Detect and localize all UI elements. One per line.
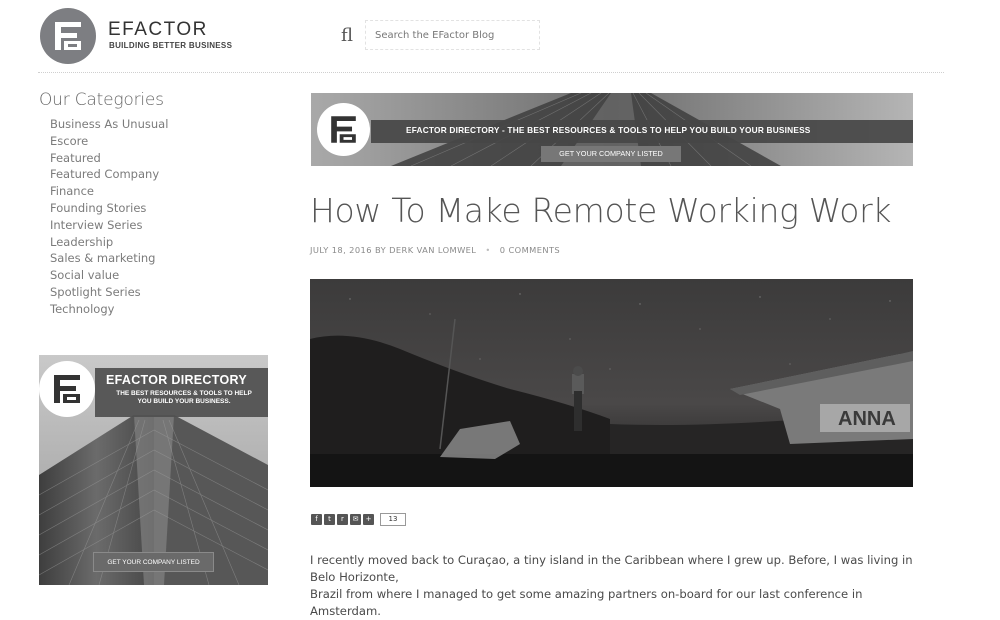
category-link[interactable]: Leadership bbox=[50, 234, 168, 251]
share-count: 13 bbox=[380, 513, 406, 526]
category-link[interactable]: Finance bbox=[50, 183, 168, 200]
meta-separator: • bbox=[485, 245, 491, 255]
category-link[interactable]: Technology bbox=[50, 301, 168, 318]
banner-headline: EFACTOR DIRECTORY - THE BEST RESOURCES &… bbox=[406, 125, 811, 135]
search-icon[interactable]: fl bbox=[341, 26, 353, 46]
by-label: BY bbox=[374, 245, 387, 255]
get-listed-button[interactable]: GET YOUR COMPANY LISTED bbox=[541, 146, 681, 162]
category-link[interactable]: Business As Unusual bbox=[50, 116, 168, 133]
comments-link[interactable]: 0 COMMENTS bbox=[500, 245, 560, 255]
post-date: JULY 18, 2016 bbox=[310, 245, 372, 255]
efactor-logo-icon[interactable] bbox=[40, 8, 96, 64]
email-icon[interactable]: ✉ bbox=[350, 514, 361, 525]
ad-subtitle: THE BEST RESOURCES & TOOLS TO HELP YOU B… bbox=[116, 390, 252, 405]
reddit-icon[interactable]: r bbox=[337, 514, 348, 525]
facebook-icon[interactable]: f bbox=[311, 514, 322, 525]
author-link[interactable]: DERK VAN LOMWEL bbox=[389, 245, 476, 255]
ad-title: EFACTOR DIRECTORY bbox=[106, 373, 247, 387]
boat-name-text: ANNA bbox=[838, 408, 896, 430]
category-link[interactable]: Founding Stories bbox=[50, 200, 168, 217]
plus-icon[interactable]: + bbox=[363, 514, 374, 525]
categories-heading: Our Categories bbox=[39, 90, 164, 110]
efactor-logo-icon bbox=[39, 361, 95, 417]
brand-name[interactable]: EFACTOR bbox=[108, 20, 208, 40]
header-divider bbox=[38, 72, 944, 73]
category-link[interactable]: Featured bbox=[50, 150, 168, 167]
twitter-icon[interactable]: t bbox=[324, 514, 335, 525]
category-link[interactable]: Escore bbox=[50, 133, 168, 150]
hero-image: ANNA bbox=[310, 279, 913, 487]
night-sky-photo: ANNA bbox=[310, 279, 913, 487]
category-link[interactable]: Interview Series bbox=[50, 217, 168, 234]
get-listed-button[interactable]: GET YOUR COMPANY LISTED bbox=[93, 552, 214, 572]
directory-banner[interactable]: EFACTOR DIRECTORY - THE BEST RESOURCES &… bbox=[311, 93, 913, 166]
post-body-line: I recently moved back to Curaçao, a tiny… bbox=[310, 553, 913, 584]
post-body: I recently moved back to Curaçao, a tiny… bbox=[310, 552, 930, 620]
category-list: Business As Unusual Escore Featured Feat… bbox=[50, 116, 168, 318]
sidebar-directory-ad[interactable]: EFACTOR DIRECTORY THE BEST RESOURCES & T… bbox=[39, 355, 268, 585]
post-title[interactable]: How To Make Remote Working Work bbox=[310, 191, 891, 231]
category-link[interactable]: Featured Company bbox=[50, 166, 168, 183]
category-link[interactable]: Social value bbox=[50, 267, 168, 284]
efactor-logo-icon bbox=[317, 103, 370, 156]
category-link[interactable]: Sales & marketing bbox=[50, 250, 168, 267]
search-input[interactable] bbox=[365, 20, 540, 50]
share-bar: f t r ✉ + 13 bbox=[311, 513, 406, 526]
post-meta: JULY 18, 2016 BY DERK VAN LOMWEL • 0 COM… bbox=[310, 244, 560, 256]
brand-tagline: BUILDING BETTER BUSINESS bbox=[109, 41, 233, 50]
category-link[interactable]: Spotlight Series bbox=[50, 284, 168, 301]
post-body-line: Brazil from where I managed to get some … bbox=[310, 587, 863, 618]
